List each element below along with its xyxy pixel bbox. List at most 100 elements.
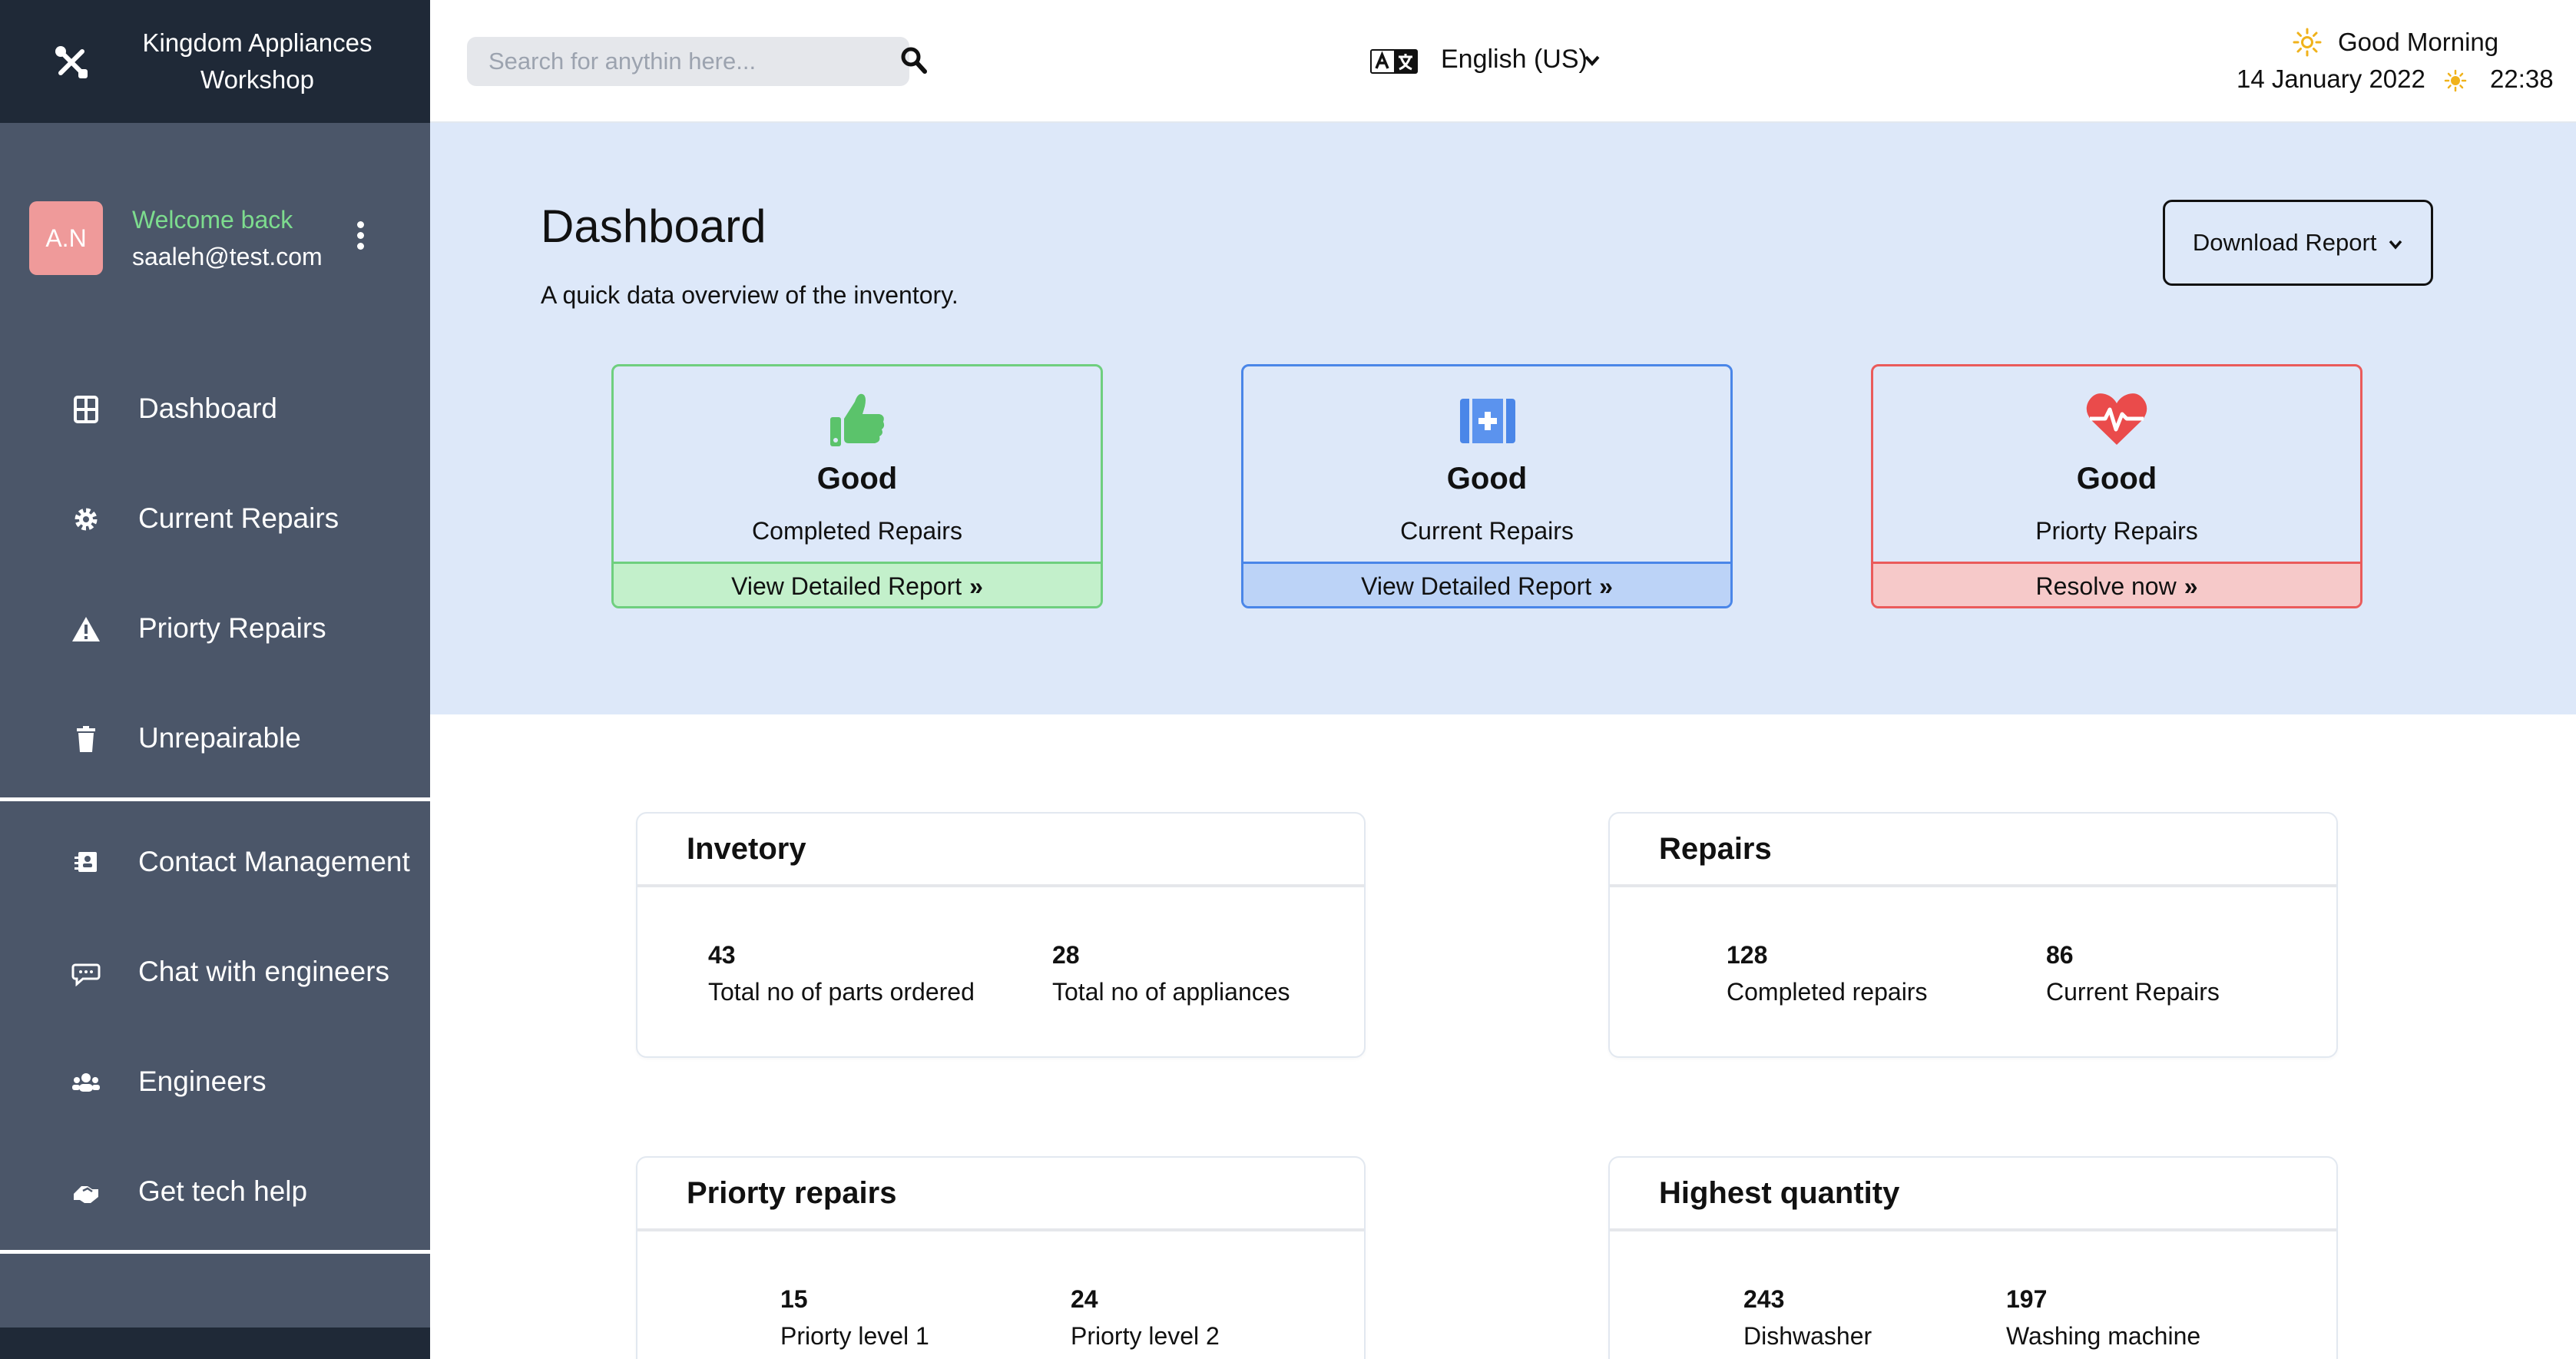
panel-highest-quantity: Highest quantity 243 Dishwasher 197 Wash…: [1608, 1156, 2338, 1359]
panel-title: Priorty repairs: [687, 1176, 897, 1210]
view-detailed-report-link[interactable]: View Detailed Report»: [614, 562, 1101, 606]
more-options-icon[interactable]: [355, 221, 366, 252]
status-card-priority-repairs: Good Priorty Repairs Resolve now»: [1871, 364, 2362, 608]
search-icon[interactable]: [900, 46, 928, 75]
panel-header: Invetory: [637, 814, 1364, 887]
status-card-completed-repairs: Good Completed Repairs View Detailed Rep…: [611, 364, 1103, 608]
brand-header[interactable]: Kingdom Appliances Workshop: [0, 0, 430, 123]
heartbeat-icon: [2086, 393, 2147, 445]
status-card-current-repairs: Good Current Repairs View Detailed Repor…: [1241, 364, 1733, 608]
sidebar-item-label: Get tech help: [138, 1175, 308, 1207]
chevron-down-icon: [2389, 240, 2402, 250]
sidebar-item-label: Unrepairable: [138, 722, 301, 754]
brand-title-line1: Kingdom Appliances: [142, 28, 372, 57]
sidebar-divider: [0, 1250, 430, 1254]
sidebar-item-label: Engineers: [138, 1066, 267, 1097]
current-time: 22:38: [2490, 65, 2554, 93]
contacts-icon: [74, 852, 97, 872]
panel-header: Repairs: [1610, 814, 2336, 887]
card-link-label: View Detailed Report: [731, 572, 962, 600]
double-chevron-right-icon: »: [969, 572, 983, 600]
panel-header: Priorty repairs: [637, 1158, 1364, 1231]
resolve-now-link[interactable]: Resolve now»: [1873, 562, 2360, 606]
greeting-text: Good Morning: [2338, 28, 2499, 56]
stat-label: Dishwasher: [1743, 1322, 1872, 1350]
card-status: Good: [1446, 462, 1528, 496]
user-profile: A.N Welcome back saaleh@test.com: [0, 123, 430, 292]
warning-icon: [72, 617, 100, 641]
sidebar-item-label: Contact Management: [138, 846, 410, 877]
search-box: [467, 37, 909, 86]
sidebar-item-chat-engineers[interactable]: Chat with engineers: [0, 934, 430, 1011]
user-email: saaleh@test.com: [132, 243, 323, 270]
card-link-label: Resolve now: [2035, 572, 2177, 600]
stat-value: 243: [1743, 1285, 1785, 1313]
stat-value: 128: [1727, 941, 1768, 969]
card-label: Current Repairs: [1400, 517, 1574, 545]
users-icon: [72, 1073, 100, 1092]
sun-small-icon: [2444, 69, 2467, 92]
thumbs-up-icon: [830, 393, 885, 446]
sidebar-item-tech-help[interactable]: Get tech help: [0, 1154, 430, 1231]
download-report-button[interactable]: Download Report: [2163, 200, 2433, 286]
chevron-down-icon[interactable]: [1584, 52, 1601, 69]
panel-header: Highest quantity: [1610, 1158, 2336, 1231]
sidebar: Kingdom Appliances Workshop A.N Welcome …: [0, 0, 430, 1359]
chat-icon: [71, 963, 101, 986]
panel-title: Highest quantity: [1659, 1176, 1900, 1210]
sidebar-divider: [0, 797, 430, 801]
gear-icon: [74, 508, 98, 531]
tools-icon: [55, 46, 88, 78]
stat-label: Total no of appliances: [1052, 978, 1290, 1006]
download-report-label: Download Report: [2192, 229, 2377, 256]
stat-value: 43: [708, 941, 736, 969]
translate-icon: [1370, 49, 1418, 74]
panel-priority-repairs: Priorty repairs 15 Priorty level 1 24 Pr…: [636, 1156, 1366, 1359]
grid-icon: [74, 396, 98, 423]
page-subtitle: A quick data overview of the inventory.: [541, 281, 959, 309]
avatar[interactable]: A.N: [29, 201, 103, 275]
stat-label: Washing machine: [2006, 1322, 2201, 1350]
stat-label: Current Repairs: [2046, 978, 2220, 1006]
brand-title: Kingdom Appliances Workshop: [115, 25, 399, 98]
view-detailed-report-link[interactable]: View Detailed Report»: [1243, 562, 1730, 606]
double-chevron-right-icon: »: [1599, 572, 1613, 600]
stat-value: 15: [780, 1285, 808, 1313]
stat-value: 197: [2006, 1285, 2048, 1313]
stat-label: Priorty level 2: [1071, 1322, 1220, 1350]
stat-value: 86: [2046, 941, 2074, 969]
sun-icon: [2293, 28, 2322, 57]
stat-label: Priorty level 1: [780, 1322, 929, 1350]
sidebar-item-engineers[interactable]: Engineers: [0, 1044, 430, 1121]
sidebar-item-label: Current Repairs: [138, 502, 339, 534]
sidebar-item-unrepairable[interactable]: Unrepairable: [0, 701, 430, 777]
language-selector[interactable]: English (US): [1441, 45, 1588, 75]
sidebar-item-label: Chat with engineers: [138, 956, 390, 987]
sidebar-item-current-repairs[interactable]: Current Repairs: [0, 481, 430, 558]
panel-repairs: Repairs 128 Completed repairs 86 Current…: [1608, 812, 2338, 1058]
page-title: Dashboard: [541, 201, 767, 252]
sidebar-item-priority-repairs[interactable]: Priorty Repairs: [0, 591, 430, 668]
sidebar-item-label: Dashboard: [138, 393, 278, 424]
brand-title-line2: Workshop: [200, 65, 314, 94]
sidebar-item-contact-management[interactable]: Contact Management: [0, 824, 430, 901]
card-label: Priorty Repairs: [2035, 517, 2198, 545]
stat-value: 24: [1071, 1285, 1098, 1313]
sidebar-footer: [0, 1328, 430, 1359]
sidebar-item-label: Priorty Repairs: [138, 612, 326, 644]
top-bar: English (US) Good Morning 14 January 202…: [430, 0, 2576, 123]
stat-label: Total no of parts ordered: [708, 978, 975, 1006]
double-chevron-right-icon: »: [2184, 572, 2198, 600]
search-input[interactable]: [488, 37, 857, 86]
stat-label: Completed repairs: [1727, 978, 1928, 1006]
panel-inventory: Invetory 43 Total no of parts ordered 28…: [636, 812, 1366, 1058]
dashboard-hero: Dashboard A quick data overview of the i…: [430, 123, 2576, 714]
card-link-label: View Detailed Report: [1361, 572, 1592, 600]
trash-icon: [77, 726, 95, 752]
handshake-icon: [74, 1186, 98, 1203]
stat-value: 28: [1052, 941, 1080, 969]
current-date: 14 January 2022: [2237, 65, 2425, 93]
sidebar-item-dashboard[interactable]: Dashboard: [0, 371, 430, 448]
welcome-text: Welcome back: [132, 206, 293, 234]
medkit-icon: [1460, 399, 1515, 443]
